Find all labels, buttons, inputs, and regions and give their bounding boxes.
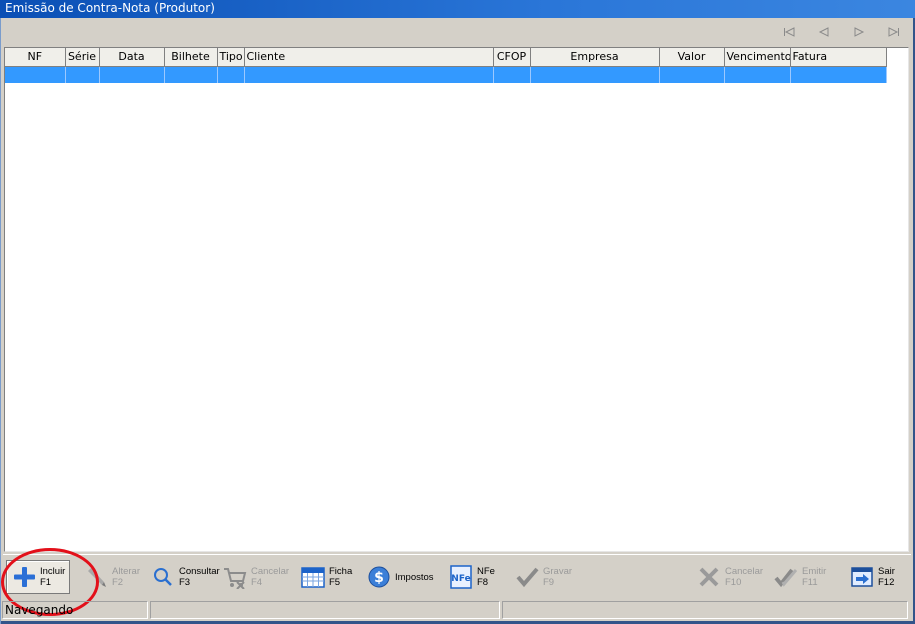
incluir-button[interactable]: Incluir F1	[6, 560, 71, 594]
pencil-icon	[83, 564, 109, 590]
column-header-data[interactable]: Data	[99, 48, 165, 67]
ficha-button[interactable]: Ficha F5	[300, 560, 352, 594]
column-header-valor[interactable]: Valor	[659, 48, 725, 67]
gravar-button[interactable]: Gravar F9	[514, 560, 572, 594]
nfe-document-icon: NFe	[448, 564, 474, 590]
exit-window-icon	[849, 564, 875, 590]
double-check-icon	[773, 564, 799, 590]
status-bar: Navegando	[2, 601, 912, 619]
table-cell[interactable]	[659, 66, 725, 83]
sair-button[interactable]: Sair F12	[849, 560, 895, 594]
svg-text:NFe: NFe	[451, 574, 470, 584]
column-header-nf[interactable]: NF	[5, 48, 66, 67]
window-title: Emissão de Contra-Nota (Produtor)	[0, 0, 915, 18]
prior-record-button[interactable]	[806, 24, 841, 40]
calendar-icon	[300, 564, 326, 590]
main-window: NF Série Data Bilhete Tipo Cliente CFOP …	[0, 18, 915, 624]
table-cell[interactable]	[65, 66, 100, 83]
column-header-vencimento[interactable]: Vencimento	[724, 48, 791, 67]
x-icon	[696, 564, 722, 590]
checkmark-icon	[514, 564, 540, 590]
status-panel-2	[150, 601, 500, 619]
record-navigator	[771, 24, 911, 40]
first-record-icon	[783, 27, 794, 37]
column-header-tipo[interactable]: Tipo	[217, 48, 245, 67]
consultar-button[interactable]: Consultar F3	[150, 560, 220, 594]
table-cell[interactable]	[5, 66, 66, 83]
emitir-button[interactable]: Emitir F11	[773, 560, 826, 594]
first-record-button[interactable]	[771, 24, 806, 40]
table-cell[interactable]	[164, 66, 218, 83]
last-record-icon	[888, 27, 899, 37]
last-record-button[interactable]	[876, 24, 911, 40]
column-header-cfop[interactable]: CFOP	[493, 48, 531, 67]
cancelar-f10-button[interactable]: Cancelar F10	[696, 560, 763, 594]
column-header-bilhete[interactable]: Bilhete	[164, 48, 218, 67]
records-grid[interactable]: NF Série Data Bilhete Tipo Cliente CFOP …	[4, 47, 909, 552]
column-header-fatura[interactable]: Fatura	[790, 48, 887, 67]
status-mode: Navegando	[2, 601, 148, 619]
table-cell[interactable]	[530, 66, 660, 83]
column-header-serie[interactable]: Série	[65, 48, 100, 67]
table-cell[interactable]	[217, 66, 245, 83]
table-cell[interactable]	[99, 66, 165, 83]
table-cell[interactable]	[790, 66, 887, 83]
prior-record-icon	[818, 27, 828, 37]
column-header-cliente[interactable]: Cliente	[244, 48, 494, 67]
column-header-empresa[interactable]: Empresa	[530, 48, 660, 67]
search-icon	[150, 564, 176, 590]
table-cell[interactable]	[244, 66, 494, 83]
next-record-icon	[854, 27, 864, 37]
cart-cancel-icon	[222, 564, 248, 590]
cancelar-button[interactable]: Cancelar F4	[222, 560, 289, 594]
table-cell[interactable]	[493, 66, 531, 83]
nfe-button[interactable]: NFe NFe F8	[448, 560, 495, 594]
dollar-coin-icon: $	[366, 564, 392, 590]
alterar-button[interactable]: Alterar F2	[83, 560, 140, 594]
svg-text:$: $	[374, 570, 384, 586]
grid-header: NF Série Data Bilhete Tipo Cliente CFOP …	[5, 48, 887, 67]
plus-icon	[11, 564, 37, 590]
impostos-button[interactable]: $ Impostos	[366, 560, 434, 594]
table-cell[interactable]	[724, 66, 791, 83]
next-record-button[interactable]	[841, 24, 876, 40]
action-toolbar: Incluir F1 Alterar F2 Consultar F3 Cancelar…	[3, 554, 911, 598]
status-panel-3	[502, 601, 908, 619]
table-row-selected[interactable]	[5, 66, 887, 83]
